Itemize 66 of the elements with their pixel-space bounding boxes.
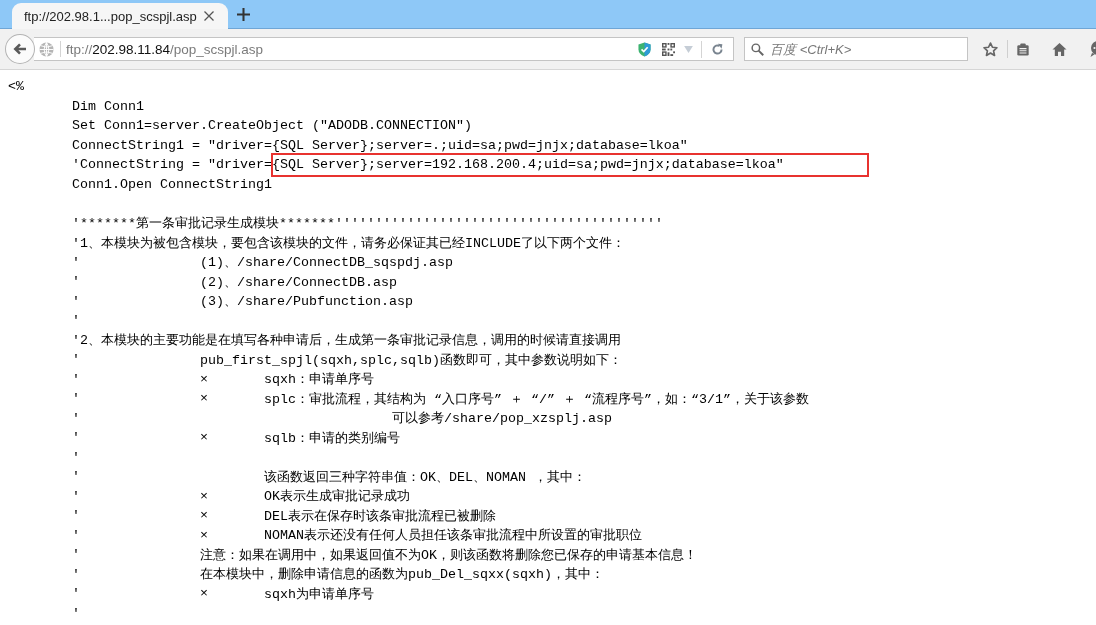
comment-mark: ' bbox=[72, 586, 80, 602]
comment-text: splc：审批流程，其结构为 “入口序号” ＋ “/” ＋ “流程序号”，如：“3/1”，关于该参数 bbox=[264, 390, 809, 408]
back-button[interactable] bbox=[5, 34, 35, 64]
comment-mark: ' bbox=[72, 410, 80, 426]
comment-text: sqxh：申请单序号 bbox=[264, 371, 374, 389]
comment-text: NOMAN表示还没有任何人员担任该条审批流程中所设置的审批职位 bbox=[264, 527, 642, 545]
reload-icon[interactable] bbox=[711, 42, 725, 56]
comment-text: pub_first_spjl(sqxh,splc,sqlb)函数即可，其中参数说明如下： bbox=[200, 351, 622, 369]
search-icon bbox=[751, 42, 765, 56]
back-arrow-icon bbox=[13, 43, 27, 55]
comment-mark: ' bbox=[72, 313, 80, 329]
new-tab-icon[interactable] bbox=[237, 8, 250, 21]
comment-mark: ' bbox=[72, 469, 80, 485]
list-bullet: × bbox=[200, 508, 208, 524]
comment-text: 在本模块中，删除申请信息的函数为pub_Del_sqxx(sqxh)，其中： bbox=[200, 566, 604, 584]
list-bullet: × bbox=[200, 391, 208, 407]
comment-text: (2)、/share/ConnectDB.asp bbox=[200, 273, 397, 291]
comment-mark: ' bbox=[72, 547, 80, 563]
code-line: ConnectString1 = "driver={SQL Server};server=.;uid=sa;pwd=jnjx;database=lkoa" bbox=[72, 137, 688, 153]
url-text: ftp://202.98.11.84/pop_scspjl.asp bbox=[65, 41, 264, 57]
comment-text: 该函数返回三种字符串值：OK、DEL、NOMAN ，其中： bbox=[264, 468, 586, 486]
home-icon[interactable] bbox=[1052, 41, 1068, 57]
comment-text: DEL表示在保存时该条审批流程已被删除 bbox=[264, 507, 496, 525]
comment-mark: ' bbox=[72, 527, 80, 543]
comment-text: sqlb：申请的类别编号 bbox=[264, 429, 400, 447]
comment-mark: ' bbox=[72, 605, 80, 621]
comment-mark: ' bbox=[72, 430, 80, 446]
search-field[interactable]: 百度 <Ctrl+K> bbox=[744, 37, 969, 61]
code-line: Set Conn1=server.CreateObject ("ADODB.CONNECTION") bbox=[72, 118, 472, 134]
comment-text: (3)、/share/Pubfunction.asp bbox=[200, 293, 413, 311]
list-bullet: × bbox=[200, 430, 208, 446]
list-bullet: × bbox=[200, 527, 208, 543]
address-bar[interactable]: ftp://202.98.11.84/pop_scspjl.asp bbox=[33, 37, 735, 61]
comment-mark: ' bbox=[72, 508, 80, 524]
star-icon[interactable] bbox=[983, 41, 999, 57]
qr-code-icon[interactable] bbox=[662, 42, 676, 56]
bubble-icon[interactable] bbox=[1090, 41, 1096, 57]
comment-mark: ' bbox=[72, 254, 80, 270]
comment-mark: ' bbox=[72, 449, 80, 465]
clipboard-list-icon[interactable] bbox=[1016, 41, 1031, 57]
comment-text: sqxh为申请单序号 bbox=[264, 585, 374, 603]
comment-line: '2、本模块的主要功能是在填写各种申请后，生成第一条审批记录信息，调用的时候请直接调用 bbox=[72, 332, 621, 350]
globe-icon bbox=[38, 41, 54, 57]
asp-tag: <% bbox=[8, 79, 24, 95]
comment-text: (1)、/share/ConnectDB_sqspdj.asp bbox=[200, 254, 453, 272]
comment-mark: ' bbox=[72, 293, 80, 309]
comment-mark: ' bbox=[72, 391, 80, 407]
list-bullet: × bbox=[200, 371, 208, 387]
comment-mark: ' bbox=[72, 274, 80, 290]
comment-mark: ' bbox=[72, 352, 80, 368]
close-icon[interactable] bbox=[204, 11, 214, 21]
comment-mark: ' bbox=[72, 371, 80, 387]
comment-line: '*******第一条审批记录生成模块*******''''''''''''''''''''''''''''''''''''''''' bbox=[72, 215, 663, 233]
code-line: Conn1.Open ConnectString1 bbox=[72, 176, 272, 192]
list-bullet: × bbox=[200, 488, 208, 504]
comment-mark: ' bbox=[72, 488, 80, 504]
comment-text: 注意：如果在调用中，如果返回值不为OK，则该函数将删除您已保存的申请基本信息！ bbox=[200, 546, 697, 564]
comment-text: OK表示生成审批记录成功 bbox=[264, 488, 410, 506]
comment-mark: ' bbox=[72, 566, 80, 582]
comment-line: '1、本模块为被包含模块，要包含该模块的文件，请务必保证其已经INCLUDE了以下两个文件： bbox=[72, 234, 625, 252]
comment-text: 可以参考/share/pop_xzsplj.asp bbox=[392, 410, 612, 428]
list-bullet: × bbox=[200, 586, 208, 602]
browser-tab[interactable]: ftp://202.98.1...pop_scspjl.asp bbox=[12, 3, 228, 29]
tab-title: ftp://202.98.1...pop_scspjl.asp bbox=[24, 8, 197, 24]
shield-check-icon[interactable] bbox=[638, 41, 652, 57]
code-line: Dim Conn1 bbox=[72, 98, 144, 114]
